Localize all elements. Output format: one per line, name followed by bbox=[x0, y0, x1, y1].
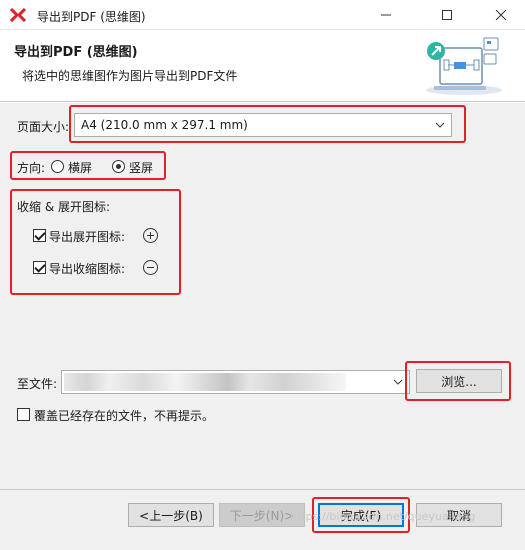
minimize-icon bbox=[381, 14, 391, 16]
export-expand-label: 导出展开图标: bbox=[49, 230, 126, 244]
maximize-icon bbox=[442, 10, 452, 20]
overwrite-label: 覆盖已经存在的文件，不再提示。 bbox=[34, 409, 215, 423]
export-collapse-label: 导出收缩图标: bbox=[49, 262, 126, 276]
page-size-value: A4 (210.0 mm x 297.1 mm) bbox=[81, 118, 248, 132]
blurred-file-path bbox=[64, 373, 346, 391]
export-illustration-icon bbox=[426, 37, 502, 95]
watermark-text: https://blog.csdn.net/queyualiang bbox=[290, 510, 476, 523]
plus-circle-icon bbox=[143, 228, 158, 243]
checkbox-export-collapse[interactable] bbox=[33, 261, 46, 274]
radio-landscape[interactable] bbox=[51, 160, 64, 173]
to-file-label: 至文件: bbox=[17, 377, 58, 391]
landscape-label: 横屏 bbox=[68, 161, 93, 175]
title-bar: 导出到PDF (思维图) bbox=[0, 0, 525, 30]
browse-button[interactable]: 浏览... bbox=[416, 369, 502, 393]
wizard-body: 页面大小: A4 (210.0 mm x 297.1 mm) 方向: 横屏 竖屏… bbox=[0, 103, 525, 489]
page-size-label: 页面大小: bbox=[17, 120, 70, 134]
back-button[interactable]: <上一步(B) bbox=[128, 503, 214, 527]
orientation-label: 方向: bbox=[17, 161, 46, 175]
chevron-down-icon bbox=[435, 122, 445, 128]
window-title: 导出到PDF (思维图) bbox=[37, 10, 146, 24]
radio-portrait[interactable] bbox=[112, 160, 125, 173]
page-subtitle: 将选中的思维图作为图片导出到PDF文件 bbox=[22, 69, 238, 83]
xmind-logo-icon bbox=[10, 8, 26, 22]
minimize-button[interactable] bbox=[363, 0, 409, 30]
close-button[interactable] bbox=[478, 0, 524, 30]
chevron-down-icon bbox=[393, 379, 403, 385]
wizard-header: 导出到PDF (思维图) 将选中的思维图作为图片导出到PDF文件 bbox=[0, 30, 525, 102]
close-icon bbox=[495, 9, 507, 21]
collapse-expand-label: 收缩 & 展开图标: bbox=[17, 200, 111, 214]
page-size-select[interactable]: A4 (210.0 mm x 297.1 mm) bbox=[74, 113, 452, 137]
checkbox-overwrite[interactable] bbox=[17, 408, 30, 421]
portrait-label: 竖屏 bbox=[129, 161, 154, 175]
page-title: 导出到PDF (思维图) bbox=[14, 45, 138, 60]
checkbox-export-expand[interactable] bbox=[33, 229, 46, 242]
minus-circle-icon bbox=[143, 260, 158, 275]
maximize-button[interactable] bbox=[424, 0, 470, 30]
